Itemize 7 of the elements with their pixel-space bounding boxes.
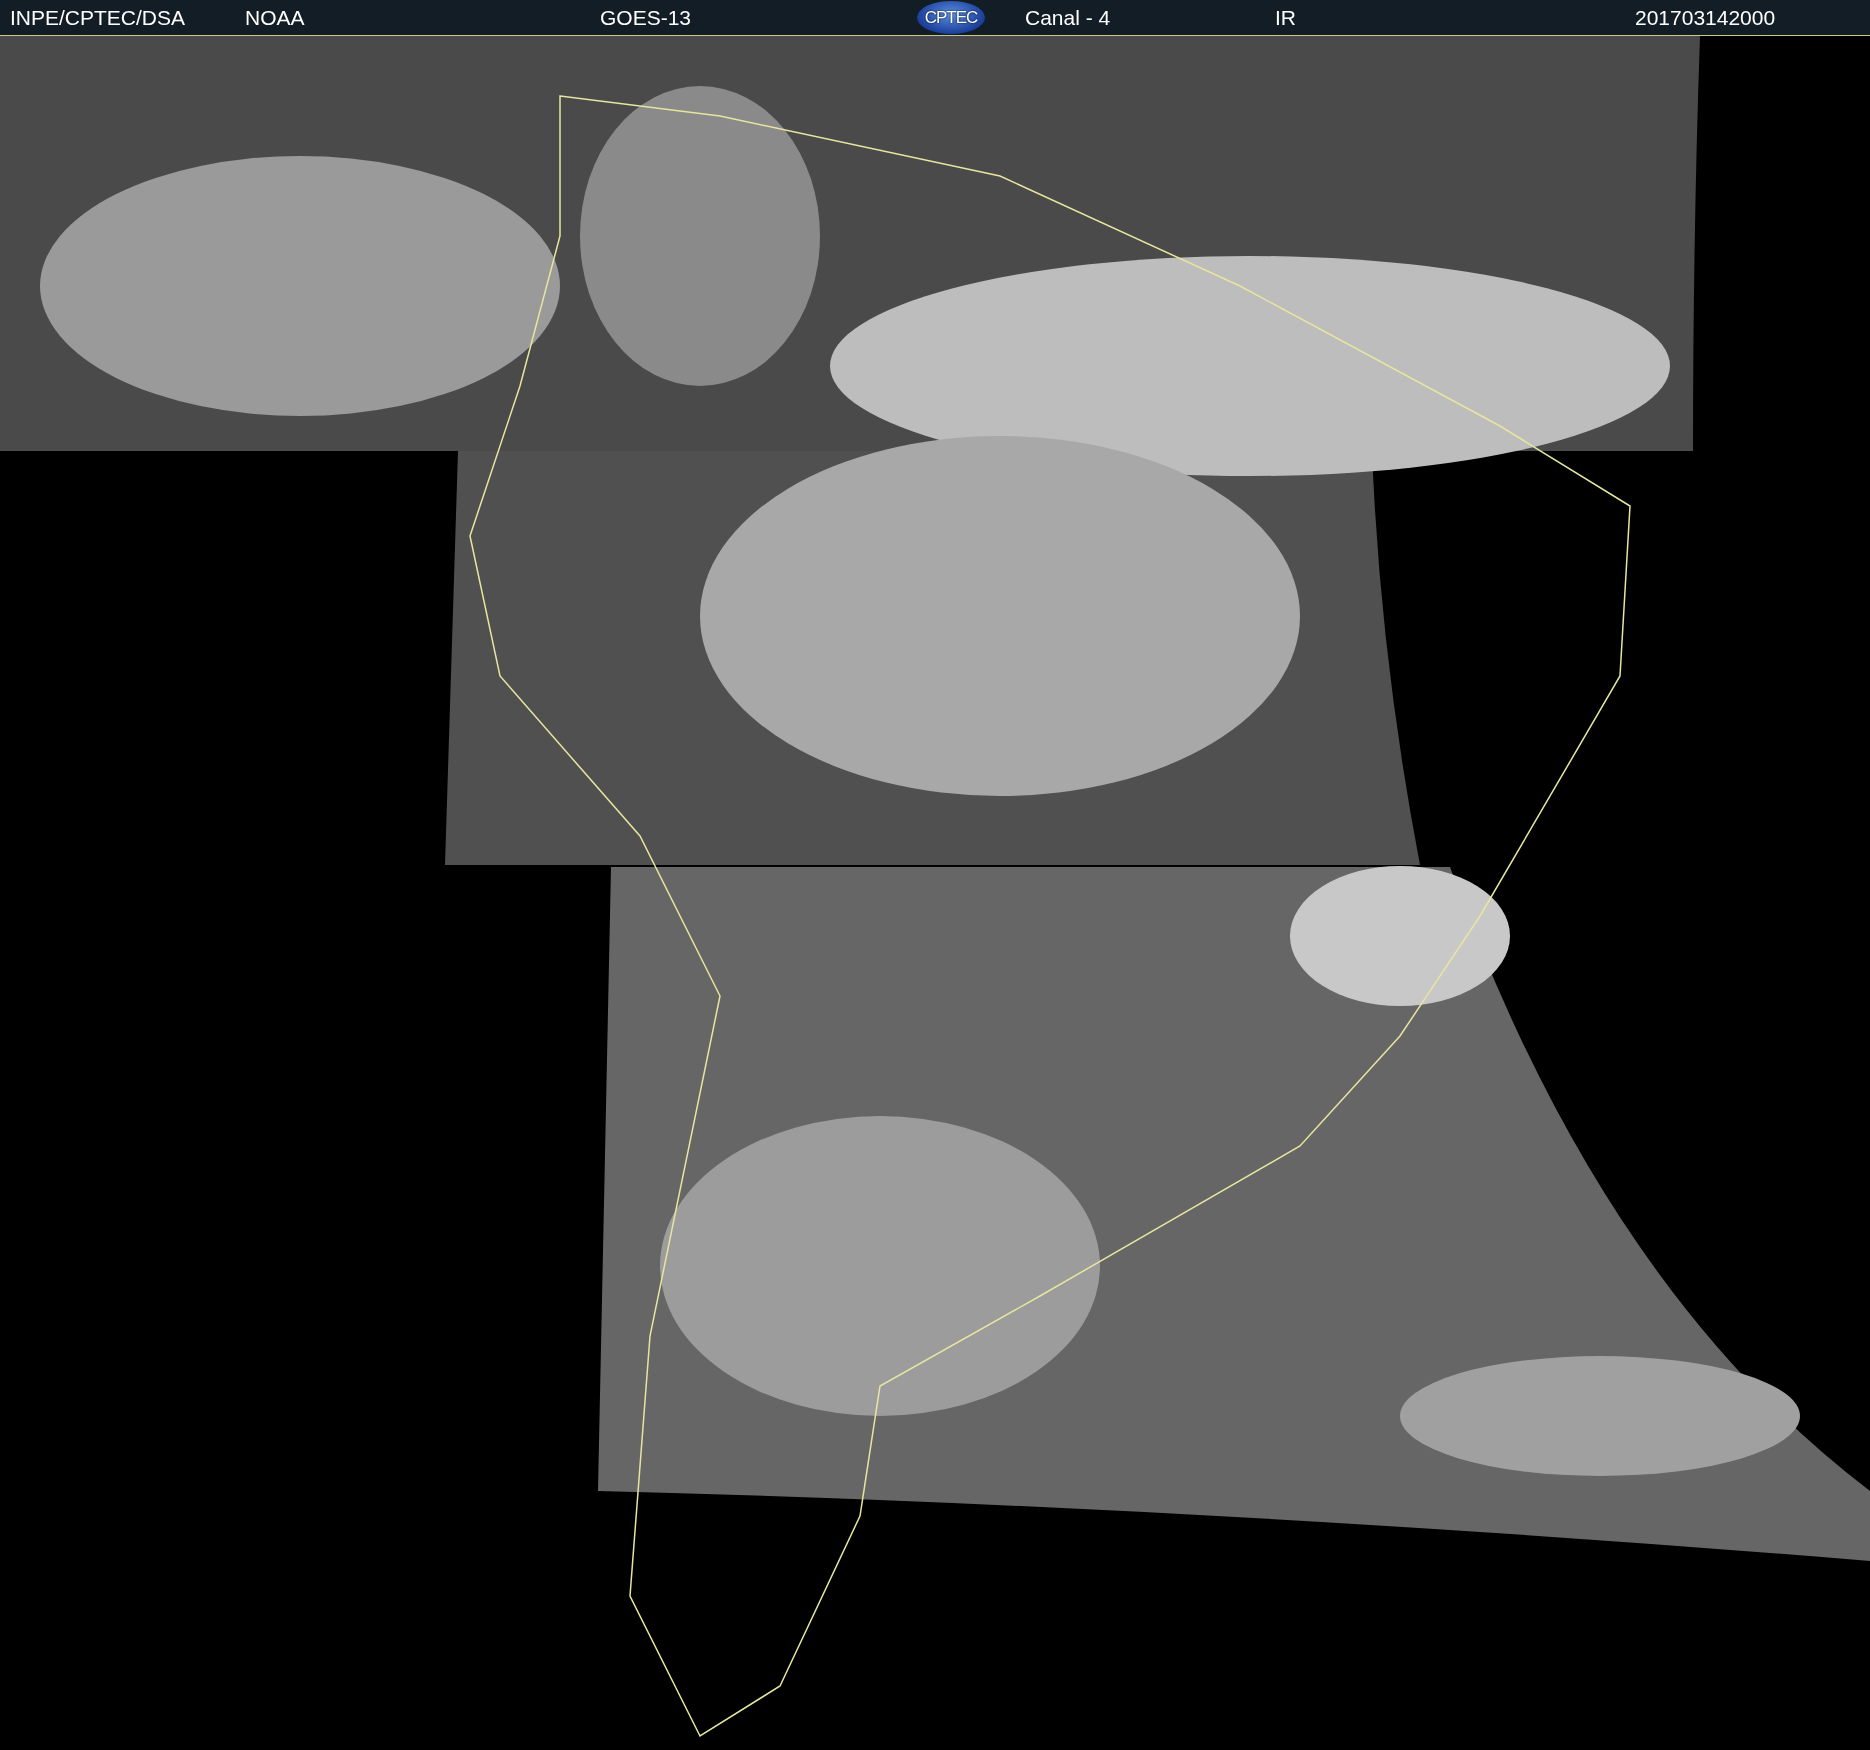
header-label: IR: [1275, 5, 1296, 30]
header-label: 201703142000: [1635, 5, 1776, 30]
header-label: Canal - 4: [1025, 5, 1111, 30]
header-label: INPE/CPTEC/DSA: [10, 5, 186, 30]
header-label: NOAA: [245, 5, 305, 30]
logo: CPTEC: [917, 1, 985, 34]
header-label: GOES-13: [600, 5, 692, 30]
